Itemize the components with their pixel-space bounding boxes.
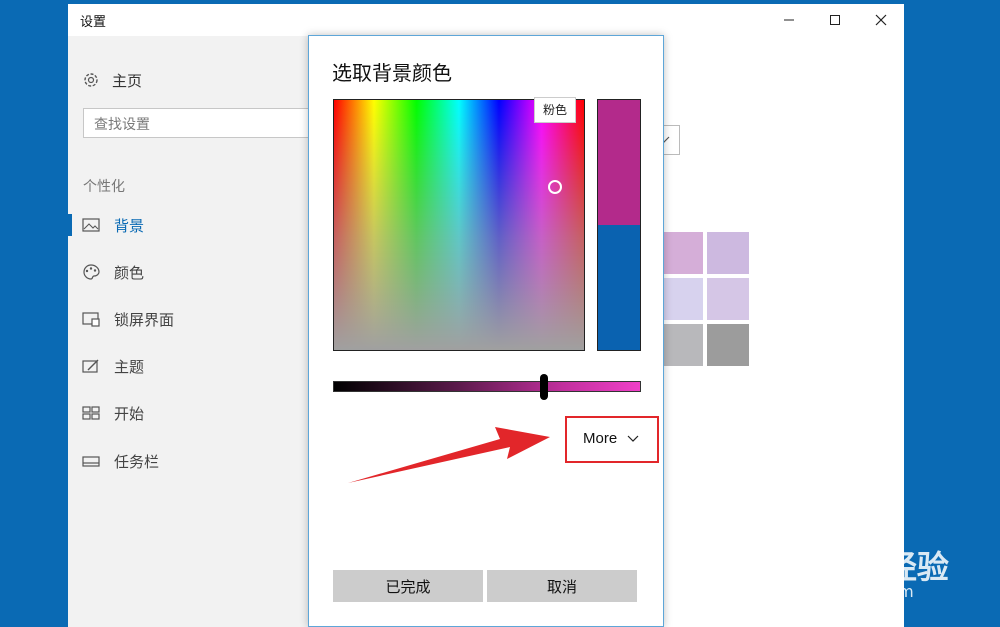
picture-icon xyxy=(82,218,100,232)
gear-icon xyxy=(84,73,98,87)
sidebar-item-label: 开始 xyxy=(114,405,145,423)
taskbar-icon xyxy=(82,456,100,467)
more-label: More xyxy=(583,430,618,447)
sidebar: 主页 查找设置 个性化 背景 颜色 锁屏界面 主题 开始 任务栏 xyxy=(68,36,313,627)
color-swatch[interactable] xyxy=(661,232,703,274)
minimize-icon xyxy=(784,19,794,21)
color-picker-handle[interactable] xyxy=(548,180,562,194)
color-name-tooltip: 粉色 xyxy=(534,97,576,123)
color-spectrum[interactable] xyxy=(333,99,585,351)
lock-screen-icon xyxy=(82,312,100,327)
search-placeholder: 查找设置 xyxy=(94,117,150,133)
sidebar-item-lock-screen[interactable]: 锁屏界面 xyxy=(68,304,308,334)
sidebar-item-label: 任务栏 xyxy=(114,453,160,471)
start-icon xyxy=(82,406,100,420)
sidebar-item-label: 锁屏界面 xyxy=(114,311,175,329)
close-icon xyxy=(875,14,887,26)
title-bar: 设置 xyxy=(68,4,904,36)
maximize-button[interactable] xyxy=(812,4,858,36)
new-color-preview xyxy=(598,100,640,225)
old-color-preview xyxy=(598,225,640,350)
color-swatch[interactable] xyxy=(707,324,749,366)
search-input[interactable]: 查找设置 xyxy=(83,108,313,138)
theme-icon xyxy=(82,359,99,373)
saturation-gradient xyxy=(334,100,584,350)
palette-icon xyxy=(83,264,100,280)
baidu-watermark: Bai du 经验 jingyan.baidu.com xyxy=(760,520,960,610)
sidebar-item-colors[interactable]: 颜色 xyxy=(68,257,308,287)
sidebar-item-label: 主题 xyxy=(114,358,145,376)
minimize-button[interactable] xyxy=(766,4,812,36)
dialog-title: 选取背景颜色 xyxy=(332,61,452,85)
color-swatch[interactable] xyxy=(661,278,703,320)
home-label: 主页 xyxy=(112,71,143,90)
color-swatch[interactable] xyxy=(707,278,749,320)
color-picker-dialog: 选取背景颜色 粉色 More 已完成 取消 xyxy=(308,35,664,627)
sidebar-item-label: 背景 xyxy=(114,217,145,235)
color-swatch[interactable] xyxy=(707,232,749,274)
sidebar-item-taskbar[interactable]: 任务栏 xyxy=(68,446,308,476)
sidebar-item-start[interactable]: 开始 xyxy=(68,398,308,428)
sidebar-item-themes[interactable]: 主题 xyxy=(68,351,308,381)
arrow-annotation-icon xyxy=(348,427,550,483)
window-title: 设置 xyxy=(80,15,107,30)
chevron-down-icon xyxy=(627,435,639,442)
color-preview xyxy=(597,99,641,351)
sidebar-item-home[interactable]: 主页 xyxy=(82,68,142,92)
color-swatch[interactable] xyxy=(661,324,703,366)
watermark-sub: jingyan.baidu.com xyxy=(766,582,914,601)
section-title: 个性化 xyxy=(83,179,125,195)
cancel-button[interactable]: 取消 xyxy=(487,570,637,602)
done-button[interactable]: 已完成 xyxy=(333,570,483,602)
slider-thumb[interactable] xyxy=(540,374,548,400)
sidebar-item-label: 颜色 xyxy=(114,264,145,282)
close-button[interactable] xyxy=(858,4,904,36)
sidebar-item-background[interactable]: 背景 xyxy=(68,210,308,240)
active-indicator xyxy=(68,214,72,236)
more-button[interactable]: More xyxy=(583,430,639,447)
maximize-icon xyxy=(830,15,840,25)
brightness-slider[interactable] xyxy=(333,381,641,392)
